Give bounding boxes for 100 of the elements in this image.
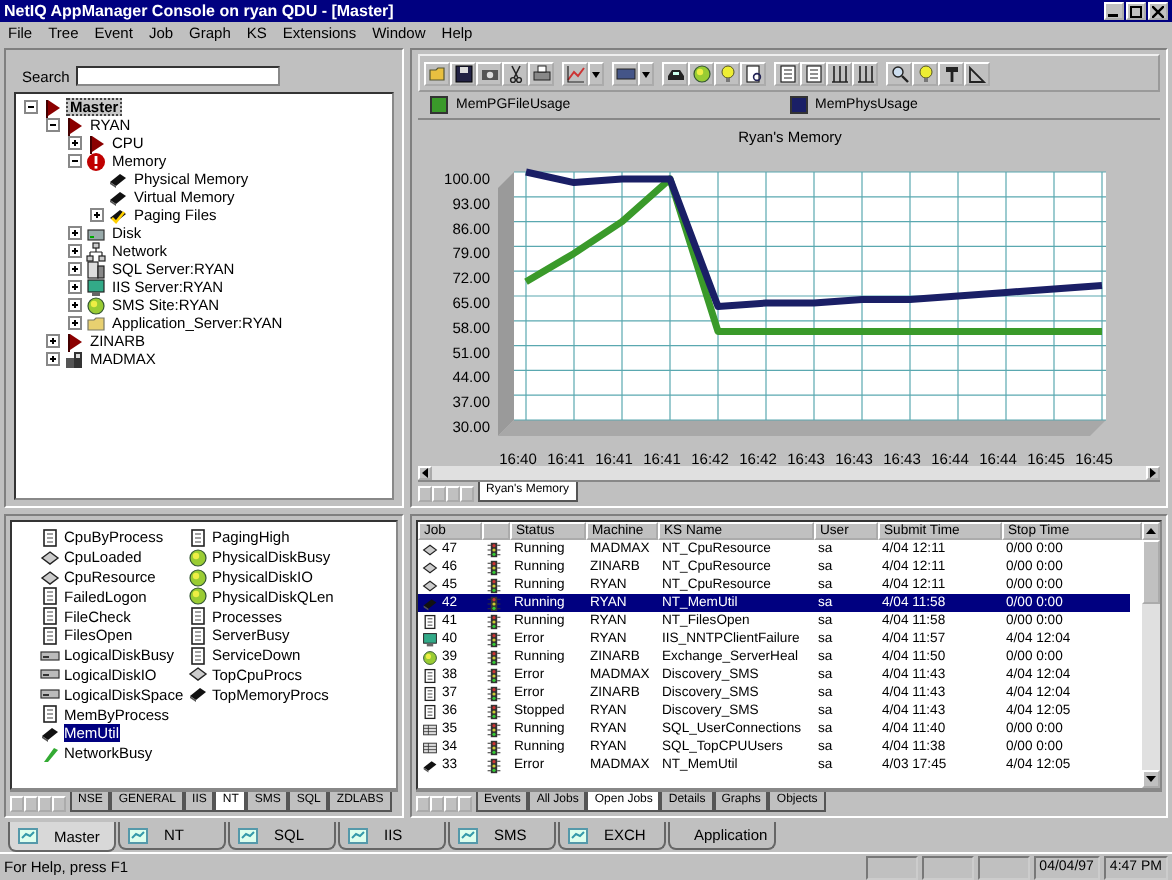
expand-toggle[interactable] [68, 280, 82, 294]
memory-chip-icon [40, 723, 60, 744]
toolbar-button[interactable] [800, 61, 826, 85]
toolbar-button[interactable] [528, 61, 554, 85]
window-title: NetIQ AppManager Console on ryan QDU - [Master] [4, 2, 396, 20]
flag-icon [64, 331, 84, 351]
expand-toggle[interactable] [68, 262, 82, 276]
chart-icon [128, 827, 148, 843]
list-icon [777, 63, 797, 83]
globe-icon [86, 295, 106, 315]
line-chart-icon [565, 63, 585, 83]
search-field[interactable] [75, 66, 280, 86]
toolbar-button[interactable] [826, 61, 852, 85]
diamond-icon [40, 547, 60, 568]
toolbar-button[interactable] [588, 61, 604, 85]
scissors-icon [505, 63, 525, 83]
document-icon [188, 645, 208, 666]
memory-chip-icon [188, 684, 208, 705]
drive-icon [40, 664, 60, 685]
columns-icon [855, 63, 875, 83]
toolbar-button[interactable] [774, 61, 800, 85]
toolbar-button[interactable] [612, 61, 638, 85]
expand-toggle[interactable] [68, 316, 82, 330]
network-icon [86, 241, 106, 261]
document-icon [422, 613, 438, 629]
bulb-icon [717, 63, 737, 83]
monitor-icon [422, 631, 438, 647]
expand-toggle[interactable] [46, 118, 60, 132]
memory-chip-icon [422, 595, 438, 611]
scroll-down-icon [1146, 774, 1156, 784]
toolbar-button[interactable] [450, 61, 476, 85]
bulb-icon [915, 63, 935, 83]
maximize-button[interactable] [1126, 2, 1146, 20]
server-icon [86, 259, 106, 279]
expand-toggle[interactable] [68, 136, 82, 150]
chart-icon [348, 827, 368, 843]
chart-icon [458, 827, 478, 843]
toolbar-button[interactable] [688, 61, 714, 85]
document-icon [40, 625, 60, 646]
expand-toggle[interactable] [46, 352, 60, 366]
scroll-up-icon [1146, 526, 1156, 536]
close-button[interactable] [1148, 2, 1168, 20]
drive-icon [40, 645, 60, 666]
expand-toggle[interactable] [68, 154, 82, 168]
toolbar-button[interactable] [476, 61, 502, 85]
document-icon [40, 527, 60, 548]
expand-toggle[interactable] [68, 298, 82, 312]
document-icon [40, 606, 60, 627]
diamond-icon [188, 664, 208, 685]
open-folder-icon [427, 63, 447, 83]
list-icon [803, 63, 823, 83]
chart-icon [568, 827, 588, 843]
expand-toggle[interactable] [68, 226, 82, 240]
flag-icon [42, 97, 62, 117]
toolbar-button[interactable] [852, 61, 878, 85]
close-icon [1152, 5, 1164, 17]
horizontal-scrollbar[interactable] [418, 466, 1160, 480]
toolbar-button[interactable] [502, 61, 528, 85]
expand-toggle[interactable] [90, 208, 104, 222]
chart-icon [18, 828, 38, 844]
printer-icon [531, 63, 551, 83]
scroll-right-icon [1148, 468, 1158, 478]
expand-toggle[interactable] [46, 334, 60, 348]
alert-icon [86, 151, 106, 171]
chart-icon [238, 827, 258, 843]
minimize-button[interactable] [1104, 2, 1124, 20]
computer-icon [64, 349, 84, 369]
toolbar-button[interactable] [638, 61, 654, 85]
color-swatch-icon [615, 63, 635, 83]
document-icon [188, 527, 208, 548]
document-icon [40, 586, 60, 607]
toolbar-button[interactable] [886, 61, 912, 85]
toolbar-button[interactable] [938, 61, 964, 85]
globe-icon [422, 649, 438, 665]
hammer-icon [941, 63, 961, 83]
document-icon [188, 625, 208, 646]
monitor-icon [86, 277, 106, 297]
memory-chip-icon [422, 757, 438, 773]
folder-icon [86, 313, 106, 333]
flag-icon [64, 115, 84, 135]
zoom-icon [889, 63, 909, 83]
diamond-icon [40, 567, 60, 587]
toolbar-button[interactable] [562, 61, 588, 85]
vertical-scrollbar[interactable] [1142, 522, 1160, 788]
maximize-icon [1130, 5, 1142, 17]
page-preview-icon [743, 63, 763, 83]
expand-toggle[interactable] [24, 100, 38, 114]
globe-icon [691, 63, 711, 83]
plug-icon [40, 743, 60, 764]
save-icon [453, 63, 473, 83]
expand-toggle[interactable] [68, 244, 82, 258]
toolbar-button[interactable] [662, 61, 688, 85]
scroll-thumb[interactable] [1142, 540, 1160, 604]
triangle-ruler-icon [967, 63, 987, 83]
toolbar-button[interactable] [964, 61, 990, 85]
columns-icon [829, 63, 849, 83]
toolbar-button[interactable] [740, 61, 766, 85]
flag-icon [86, 133, 106, 153]
globe-icon [188, 567, 208, 587]
scroll-left-icon [420, 468, 430, 478]
